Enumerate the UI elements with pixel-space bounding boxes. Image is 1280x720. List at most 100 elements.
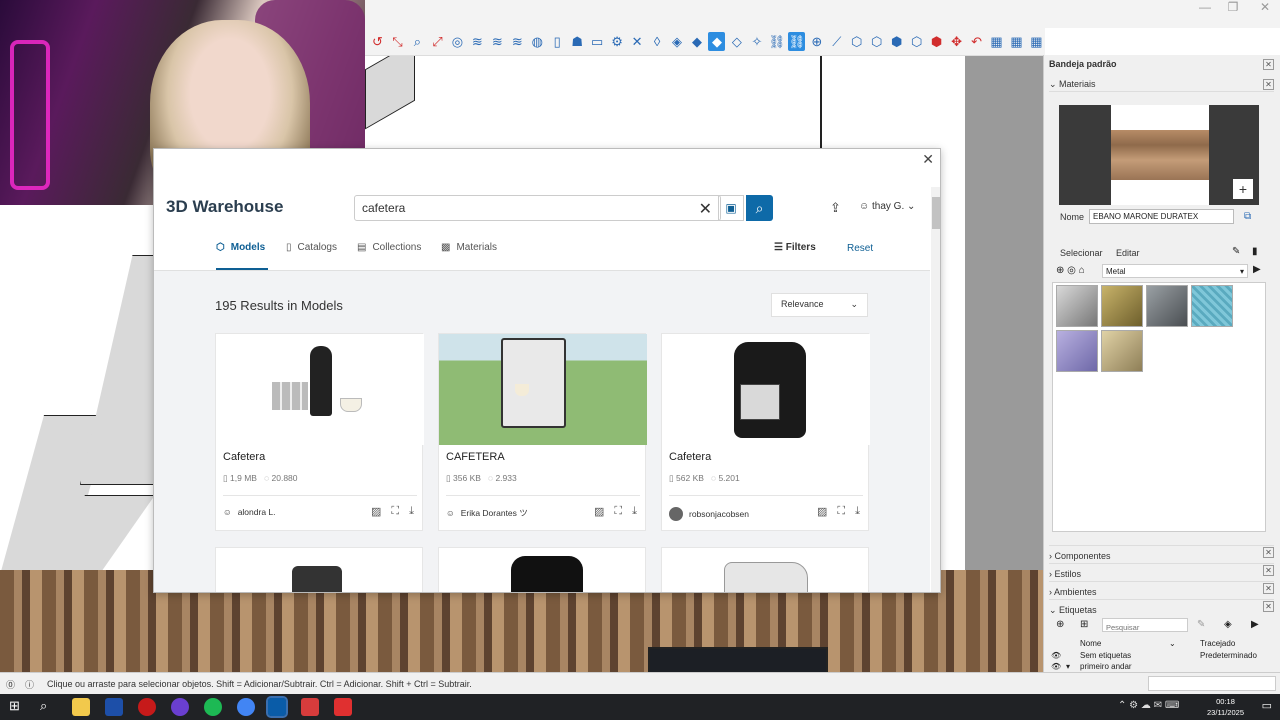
material-thumb[interactable] xyxy=(1056,285,1098,327)
close-icon[interactable]: ✕ xyxy=(1263,59,1274,70)
create-material-icon[interactable]: + xyxy=(1233,179,1253,199)
search-icon[interactable]: ⌕ xyxy=(746,195,773,221)
expand-icon[interactable]: ⛶ xyxy=(391,505,399,518)
link-active-icon[interactable]: ⛓ xyxy=(788,32,806,51)
grid-alt-icon[interactable]: ▦ xyxy=(1008,32,1025,51)
download-icon[interactable]: ⤓ xyxy=(409,505,414,518)
close-icon[interactable]: ✕ xyxy=(1263,565,1274,576)
tags-search-input[interactable] xyxy=(1103,622,1183,633)
sort-select[interactable]: Relevance ⌄ xyxy=(771,293,868,317)
model-card[interactable]: CAFETERA ▯ 356 KB ◌ 2.933 ☺ Erika Dorante… xyxy=(438,333,647,531)
expand-icon[interactable]: ⛶ xyxy=(614,505,622,518)
view-3d-icon[interactable]: ▨ xyxy=(371,505,381,518)
hex-solid-icon[interactable]: ⬢ xyxy=(888,32,905,51)
section-icon[interactable]: ≋ xyxy=(469,32,486,51)
undo-icon[interactable]: ↶ xyxy=(968,32,985,51)
cross-icon[interactable]: ✕ xyxy=(629,32,646,51)
hex-outline-icon[interactable]: ⬡ xyxy=(868,32,885,51)
visibility-icon[interactable]: 👁 xyxy=(1051,662,1061,671)
file-explorer-icon[interactable] xyxy=(72,698,90,716)
hex-icon[interactable]: ⬡ xyxy=(848,32,865,51)
system-clock[interactable]: 00:18 23/11/2025 xyxy=(1207,696,1244,718)
app-icon[interactable] xyxy=(105,698,123,716)
add-circle-icon[interactable]: ⊕ xyxy=(808,32,825,51)
view-3d-icon[interactable]: ▨ xyxy=(594,505,604,518)
model-thumbnail[interactable] xyxy=(439,334,647,445)
measurements-box[interactable] xyxy=(1148,676,1276,691)
measure-icon[interactable]: ⟋ xyxy=(828,32,845,51)
material-thumb[interactable] xyxy=(1191,285,1233,327)
add-tag-icon[interactable]: ⊕ xyxy=(1056,619,1064,630)
tag-dashed[interactable]: Predeterminado xyxy=(1200,651,1257,660)
tray-icons[interactable]: ⌃ ⚙ ☁ ✉ ⌨ xyxy=(1118,700,1179,711)
filters-button[interactable]: ☰ Filters xyxy=(774,242,816,253)
section-fill-icon[interactable]: ≋ xyxy=(489,32,506,51)
material-thumb[interactable] xyxy=(1101,330,1143,372)
model-thumbnail[interactable] xyxy=(216,334,424,445)
reset-button[interactable]: Reset xyxy=(847,243,873,254)
page-icon[interactable]: ▯ xyxy=(549,32,566,51)
material-thumb[interactable] xyxy=(1056,330,1098,372)
tags-search-box[interactable] xyxy=(1102,618,1188,633)
scale-icon[interactable]: ⤡ xyxy=(389,32,406,51)
person-icon[interactable]: ☗ xyxy=(569,32,586,51)
details-icon[interactable]: ▶ xyxy=(1251,619,1259,630)
tab-models[interactable]: ⬡ Models xyxy=(216,242,265,253)
model-card[interactable] xyxy=(215,547,423,592)
model-title[interactable]: CAFETERA xyxy=(446,451,505,463)
section-components[interactable]: › Componentes xyxy=(1049,545,1274,561)
search-box[interactable]: ✕ xyxy=(354,195,721,221)
rotate-icon[interactable]: ↺ xyxy=(369,32,386,51)
tag-name[interactable]: primeiro andar xyxy=(1080,662,1132,671)
color-tag-icon[interactable]: ◈ xyxy=(1224,619,1232,630)
hex-dot-icon[interactable]: ⬡ xyxy=(908,32,925,51)
search-input[interactable] xyxy=(362,201,682,215)
tab-select[interactable]: Selecionar xyxy=(1060,248,1103,258)
drop-active-icon[interactable]: ◆ xyxy=(708,32,726,51)
add-icon[interactable]: ⊕ xyxy=(1056,265,1064,276)
drop-outline-icon[interactable]: ◊ xyxy=(649,32,666,51)
grid-icon[interactable]: ▦ xyxy=(988,32,1005,51)
wand-icon[interactable]: ✧ xyxy=(748,32,765,51)
geo-icon[interactable]: ◍ xyxy=(529,32,546,51)
move-icon[interactable]: ✥ xyxy=(948,32,965,51)
image-search-icon[interactable]: ▣ xyxy=(718,195,744,221)
maximize-icon[interactable]: ❐ xyxy=(1218,0,1248,14)
home-icon[interactable]: ⌂ xyxy=(1079,265,1085,276)
chrome-icon[interactable] xyxy=(237,698,255,716)
section-styles[interactable]: › Estilos xyxy=(1049,563,1274,579)
settings-icon[interactable]: ⚙ xyxy=(609,32,626,51)
model-card[interactable] xyxy=(438,547,646,592)
hex-red-icon[interactable]: ⬢ xyxy=(928,32,945,51)
app-red-icon[interactable] xyxy=(301,698,319,716)
model-thumbnail[interactable] xyxy=(662,334,870,445)
opera-icon[interactable] xyxy=(138,698,156,716)
close-window-icon[interactable]: ✕ xyxy=(1250,0,1280,14)
drop-half-icon[interactable]: ◈ xyxy=(669,32,686,51)
close-icon[interactable]: ✕ xyxy=(1263,547,1274,558)
material-thumb[interactable] xyxy=(1146,285,1188,327)
model-title[interactable]: Cafetera xyxy=(223,451,265,463)
materials-header[interactable]: ⌄ Materiais xyxy=(1049,76,1274,92)
close-icon[interactable]: ✕ xyxy=(1263,79,1274,90)
library-select[interactable]: Metal ▾ xyxy=(1102,264,1248,278)
copy-icon[interactable]: ⧉ xyxy=(1244,211,1251,222)
model-card[interactable]: Cafetera ▯ 1,9 MB ◌ 20.880 ☺ alondra L. ▨… xyxy=(215,333,424,531)
zoom-extents-icon[interactable]: ⤢ xyxy=(429,32,446,51)
details-icon[interactable]: ▶ xyxy=(1253,264,1261,275)
dashes-icon[interactable]: ✎ xyxy=(1197,619,1205,630)
tab-collections[interactable]: ▤ Collections xyxy=(357,242,421,253)
model-card[interactable] xyxy=(661,547,869,592)
geo-location-icon[interactable]: ⓪ xyxy=(6,678,15,691)
dialog-scrollbar[interactable] xyxy=(931,187,940,592)
drop-hatch-icon[interactable]: ◇ xyxy=(728,32,745,51)
minimize-icon[interactable]: — xyxy=(1190,0,1220,14)
model-author[interactable]: ☺ Erika Dorantes ツ xyxy=(446,507,528,519)
grid-fill-icon[interactable]: ▦ xyxy=(1028,32,1045,51)
globe-icon[interactable]: ◎ xyxy=(1067,265,1076,276)
add-folder-icon[interactable]: ⊞ xyxy=(1080,619,1088,630)
sketchup-icon[interactable] xyxy=(266,696,288,718)
close-icon[interactable]: ✕ xyxy=(1263,601,1274,612)
upload-icon[interactable]: ⇪ xyxy=(830,200,841,216)
tags-col-dashed[interactable]: Tracejado xyxy=(1200,639,1235,648)
